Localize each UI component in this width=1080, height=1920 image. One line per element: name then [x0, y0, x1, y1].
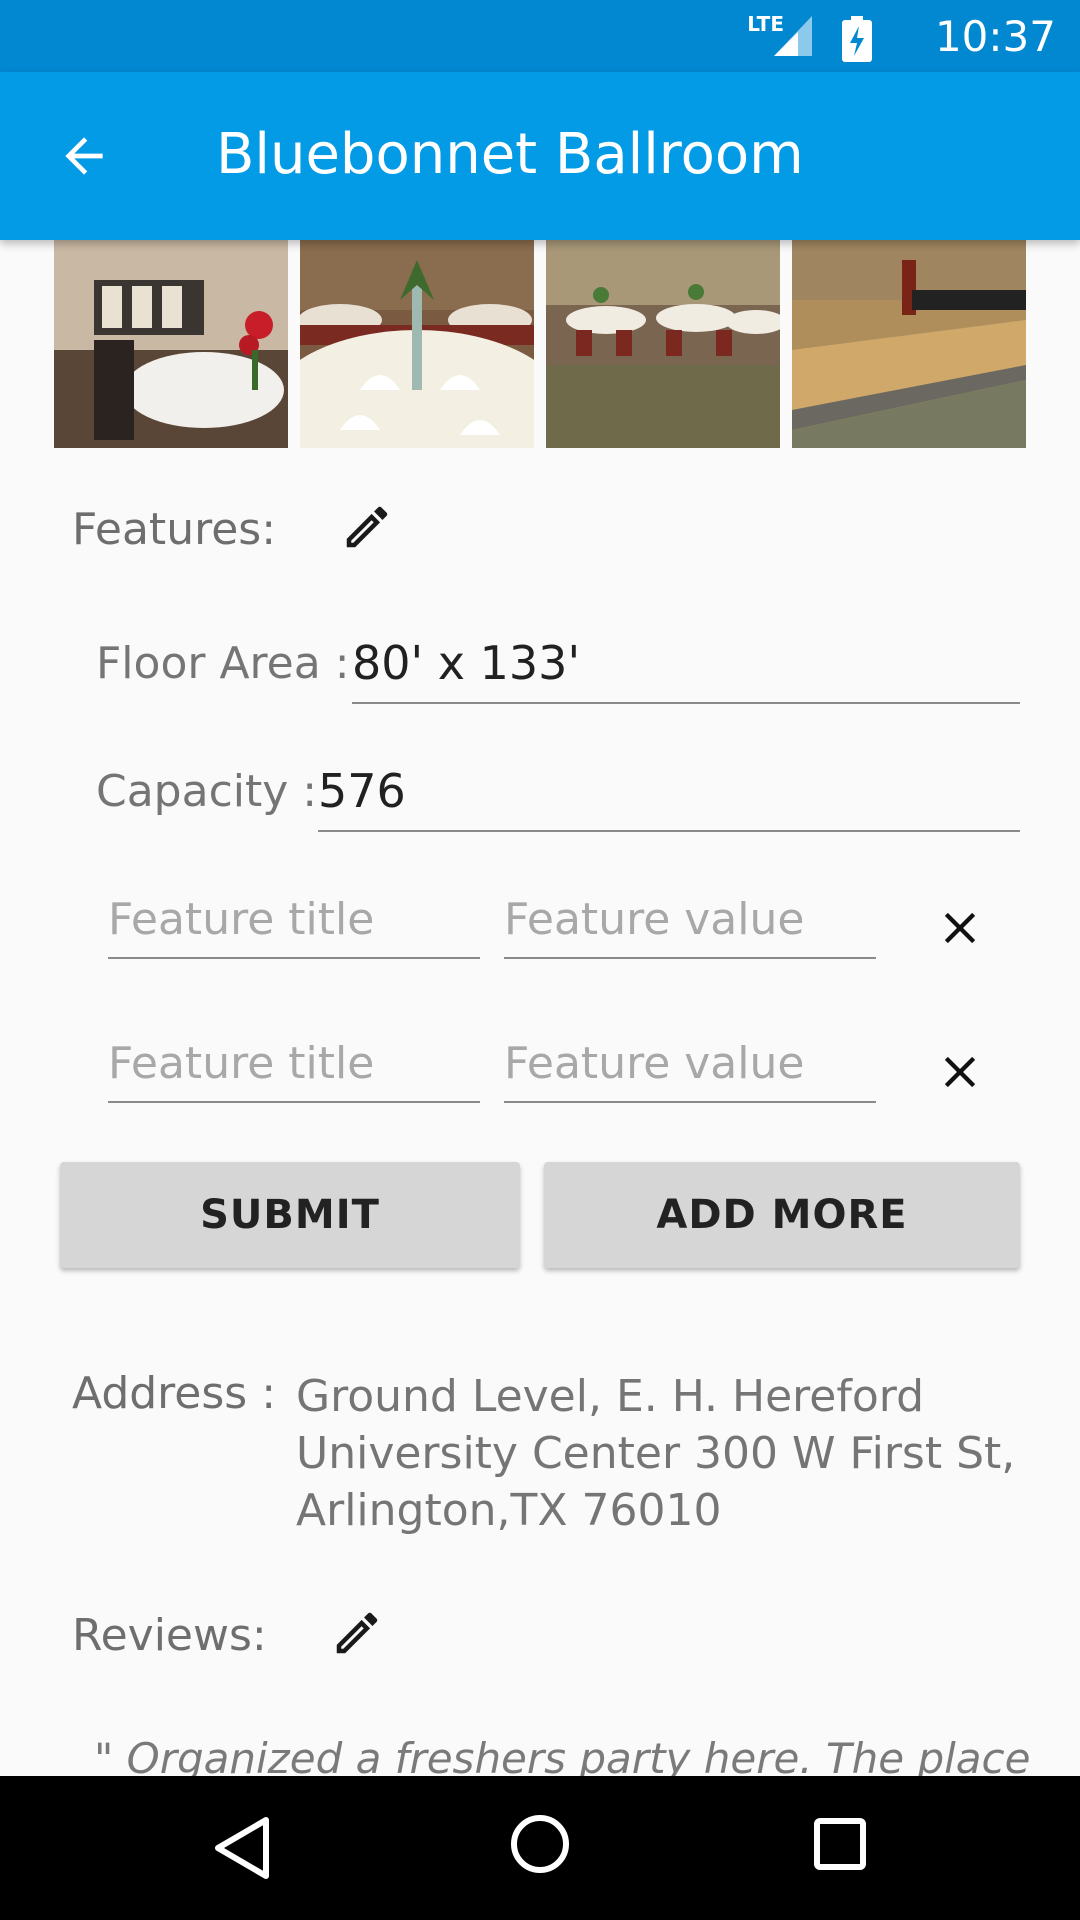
pencil-icon[interactable]: [330, 1606, 384, 1664]
floor-area-label: Floor Area :: [96, 638, 350, 689]
photo-gallery[interactable]: [54, 240, 1026, 448]
feature-value-input[interactable]: [504, 894, 876, 959]
feature-title-input[interactable]: [108, 1038, 480, 1103]
battery-charging-icon: [842, 16, 872, 66]
recents-nav-icon[interactable]: [814, 1818, 866, 1874]
signal-icon: [772, 14, 814, 62]
navigation-bar: [0, 1776, 1080, 1920]
address-label: Address :: [72, 1368, 277, 1419]
close-icon[interactable]: [934, 902, 986, 958]
features-label: Features:: [72, 504, 277, 555]
page-title: Bluebonnet Ballroom: [216, 122, 804, 187]
status-bar: LTE 10:37: [0, 0, 1080, 72]
app-bar: Bluebonnet Ballroom: [0, 72, 1080, 240]
back-nav-icon[interactable]: [212, 1816, 272, 1884]
table-centerpiece-photo[interactable]: [300, 240, 534, 448]
reviews-label: Reviews:: [72, 1610, 267, 1661]
address-value: Ground Level, E. H. Hereford University …: [296, 1371, 1016, 1536]
add-more-button[interactable]: ADD MORE: [544, 1162, 1020, 1268]
feature-title-input[interactable]: [108, 894, 480, 959]
clock: 10:37: [934, 12, 1056, 61]
banquet-table-photo[interactable]: [54, 240, 288, 448]
close-icon[interactable]: [934, 1046, 986, 1102]
submit-button[interactable]: SUBMIT: [60, 1162, 520, 1268]
home-nav-icon[interactable]: [510, 1814, 570, 1878]
ballroom-tables-photo[interactable]: [546, 240, 780, 448]
capacity-label: Capacity :: [96, 766, 318, 817]
dance-floor-photo[interactable]: [792, 240, 1026, 448]
floor-area-field[interactable]: [352, 636, 1020, 704]
arrow-back-icon[interactable]: [56, 128, 112, 188]
feature-value-input[interactable]: [504, 1038, 876, 1103]
pencil-icon[interactable]: [340, 500, 394, 558]
capacity-field[interactable]: [318, 764, 1020, 832]
